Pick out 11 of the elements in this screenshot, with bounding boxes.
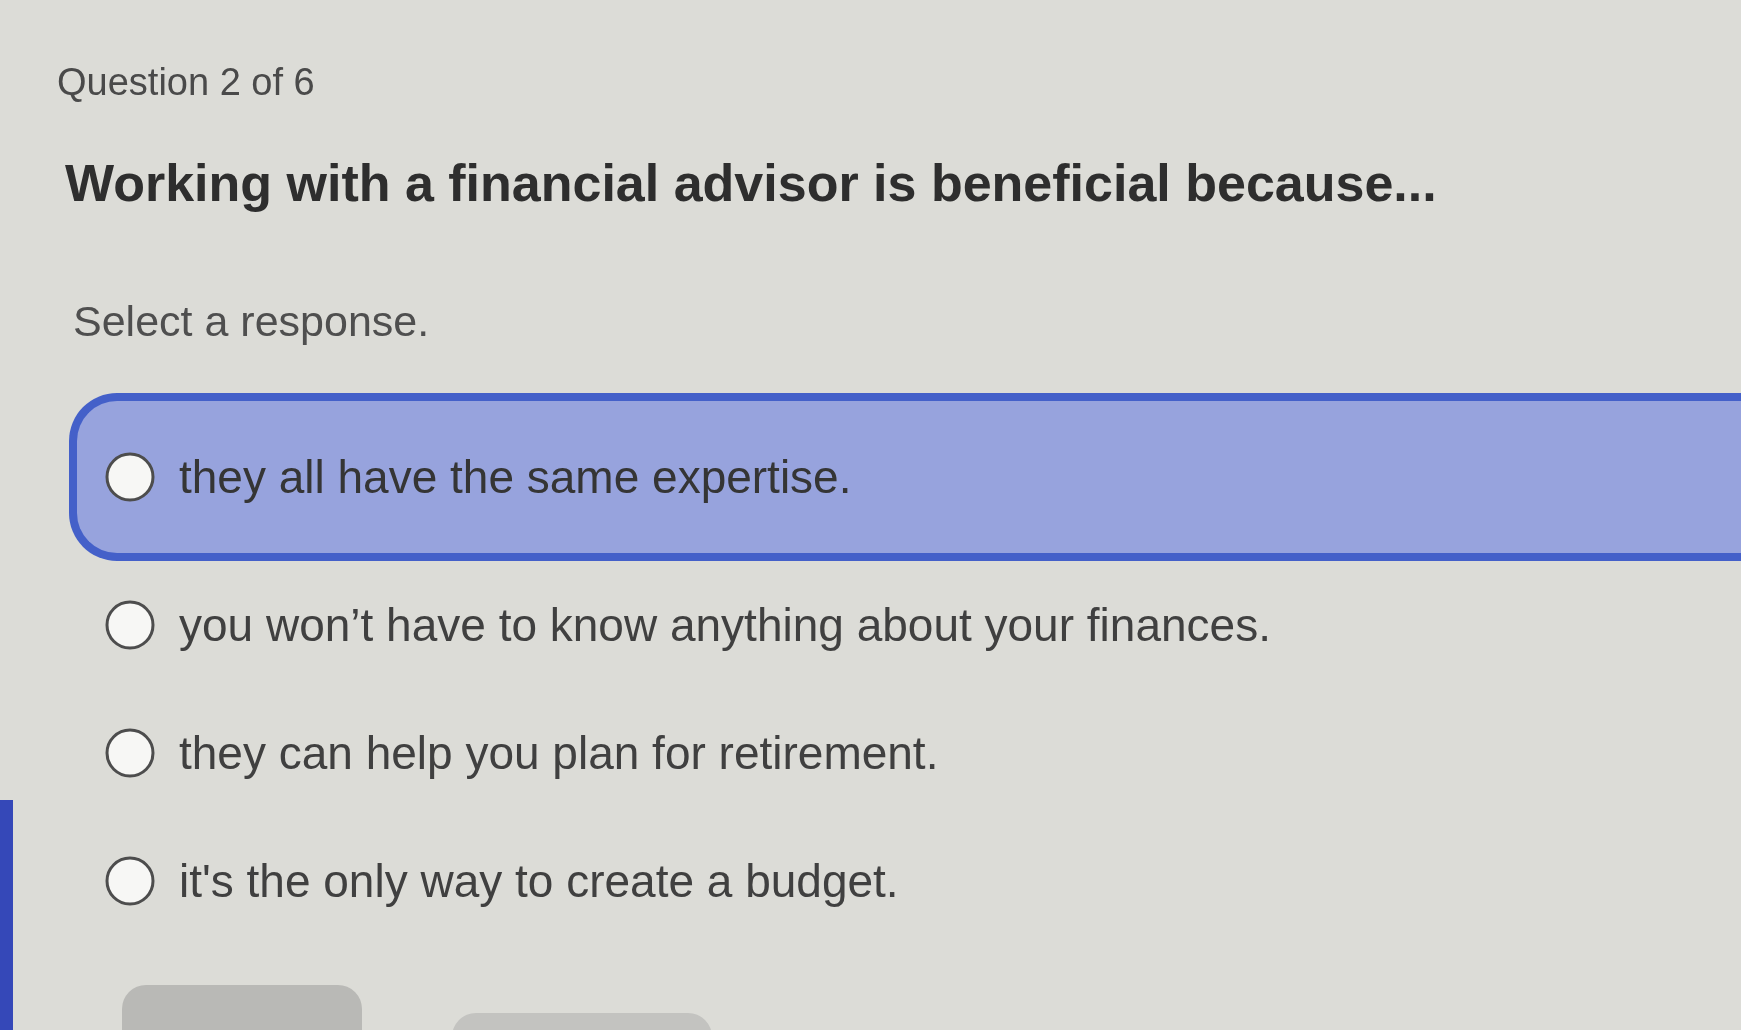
- answer-option[interactable]: they all have the same expertise.: [69, 393, 1741, 562]
- radio-button[interactable]: [105, 728, 155, 779]
- radio-button[interactable]: [105, 600, 155, 651]
- radio-button[interactable]: [105, 856, 155, 907]
- question-text: Working with a financial advisor is beneficial because...: [65, 152, 1438, 214]
- question-counter: Question 2 of 6: [57, 62, 316, 104]
- answer-option[interactable]: it's the only way to create a budget.: [69, 817, 1741, 946]
- answer-option[interactable]: they can help you plan for retirement.: [69, 689, 1741, 818]
- radio-button[interactable]: [105, 452, 155, 503]
- instruction-text: Select a response.: [73, 298, 431, 346]
- answer-option[interactable]: you won’t have to know anything about your finances.: [69, 561, 1741, 690]
